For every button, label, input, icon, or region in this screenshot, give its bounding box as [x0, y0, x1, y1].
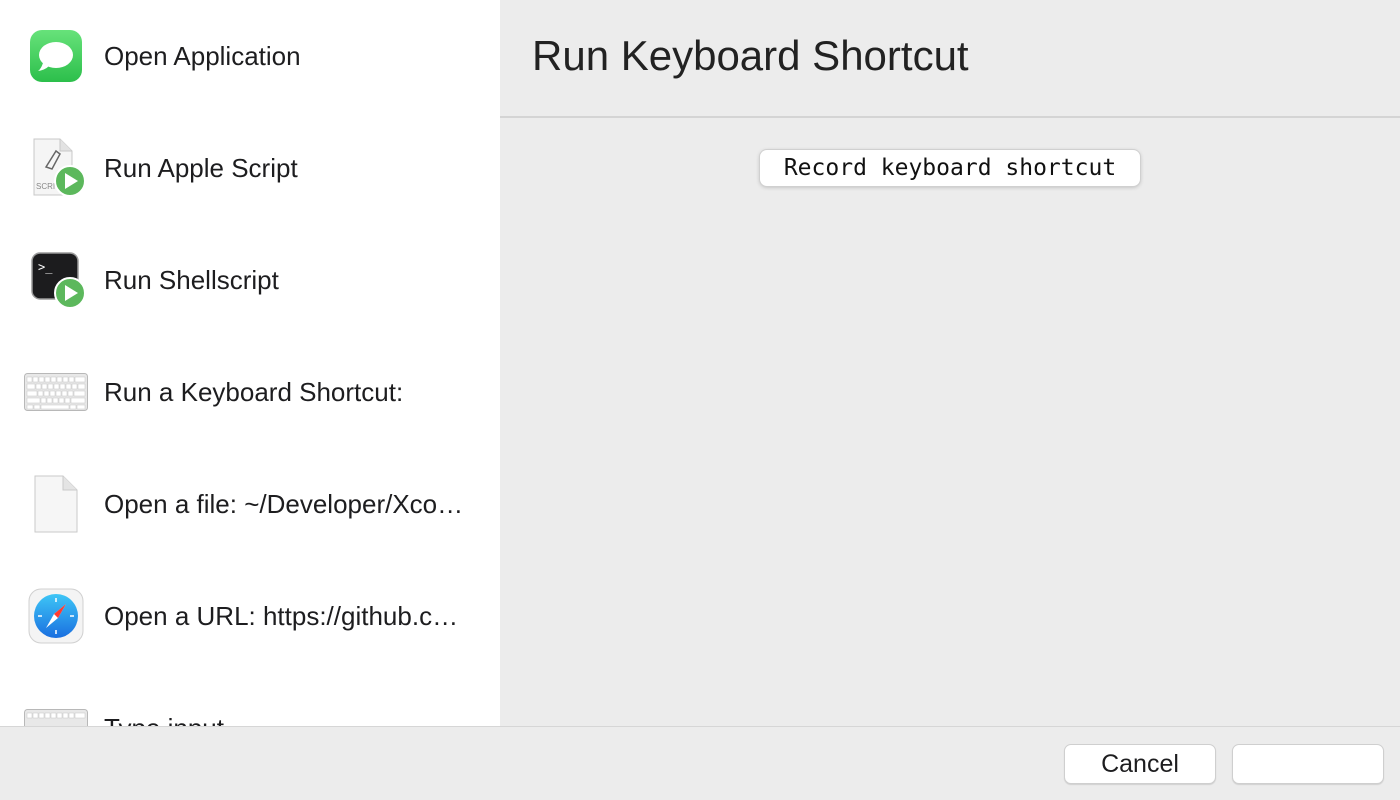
- messages-icon: [24, 24, 88, 88]
- action-item-run-shellscript[interactable]: >_ Run Shellscript: [0, 224, 500, 336]
- safari-icon: [24, 584, 88, 648]
- action-item-open-file[interactable]: Open a file: ~/Developer/Xco…: [0, 448, 500, 560]
- page-title: Run Keyboard Shortcut: [532, 32, 969, 79]
- keyboard-icon: [24, 696, 88, 726]
- terminal-prompt: >_: [38, 260, 53, 274]
- script-badge-text: SCRI: [36, 182, 55, 191]
- applescript-icon: SCRI: [24, 136, 88, 200]
- window: Open Application SCRI Run Apple Script >…: [0, 0, 1400, 800]
- action-label: Open a URL: https://github.c…: [104, 600, 459, 631]
- action-label: Open Application: [104, 40, 301, 71]
- detail-pane: Run Keyboard Shortcut Record keyboard sh…: [500, 0, 1400, 726]
- action-item-type-input[interactable]: Type input: [0, 672, 500, 726]
- record-shortcut-button[interactable]: Record keyboard shortcut: [760, 150, 1140, 186]
- action-item-run-apple-script[interactable]: SCRI Run Apple Script: [0, 112, 500, 224]
- footer-bar: Cancel: [0, 726, 1400, 800]
- action-label: Run Apple Script: [104, 152, 298, 183]
- action-label: Type input: [104, 713, 224, 727]
- action-item-open-application[interactable]: Open Application: [0, 0, 500, 112]
- action-label: Run Shellscript: [104, 264, 279, 295]
- action-label: Open a file: ~/Developer/Xco…: [104, 488, 464, 519]
- keyboard-icon: [24, 360, 88, 424]
- action-label: Run a Keyboard Shortcut:: [104, 376, 404, 407]
- action-item-run-keyboard-shortcut[interactable]: Run a Keyboard Shortcut:: [0, 336, 500, 448]
- confirm-button[interactable]: [1232, 744, 1384, 784]
- terminal-icon: >_: [24, 248, 88, 312]
- action-item-open-url[interactable]: Open a URL: https://github.c…: [0, 560, 500, 672]
- file-icon: [24, 472, 88, 536]
- cancel-button[interactable]: Cancel: [1064, 744, 1216, 784]
- title-divider: [500, 116, 1400, 118]
- action-list[interactable]: Open Application SCRI Run Apple Script >…: [0, 0, 500, 726]
